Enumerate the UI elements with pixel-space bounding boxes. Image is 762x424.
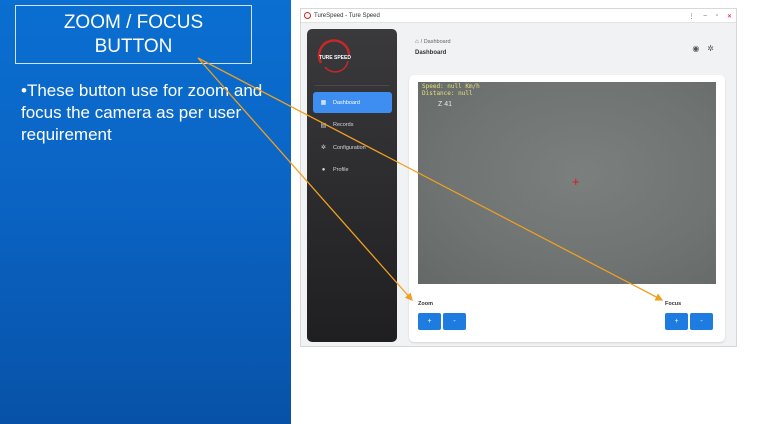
slide: ZOOM / FOCUS BUTTON •These button use fo… — [0, 0, 762, 424]
arrow-to-zoom — [197, 57, 413, 301]
callout-arrows — [197, 57, 664, 301]
arrow-to-focus — [197, 57, 664, 301]
